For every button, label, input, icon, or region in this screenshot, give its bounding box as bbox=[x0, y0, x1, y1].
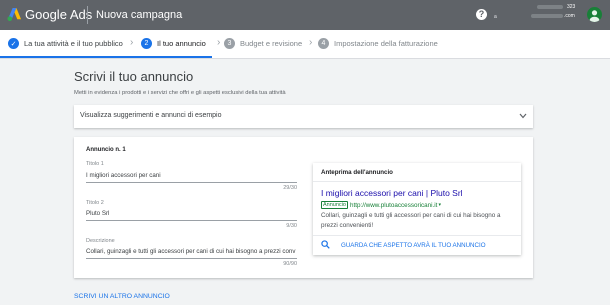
step-business[interactable]: ✓ La tua attività e il tuo pubblico bbox=[8, 38, 123, 49]
step-label: Il tuo annuncio bbox=[157, 39, 206, 48]
step-progress-bar bbox=[0, 56, 212, 58]
help-icon[interactable]: ? bbox=[476, 9, 487, 20]
preview-description: Collari, guinzagli e tutti gli accessori… bbox=[321, 212, 501, 229]
account-number: 323 bbox=[567, 4, 576, 10]
page-title: Scrivi il tuo annuncio bbox=[74, 69, 194, 84]
headline-1-counter: 29/30 bbox=[283, 185, 297, 191]
account-prefix: a bbox=[494, 14, 497, 20]
account-redacted-2 bbox=[531, 14, 563, 18]
account-redacted-1 bbox=[537, 5, 563, 9]
headline-2-underline bbox=[86, 220, 297, 221]
headline-2-input[interactable]: Pluto Srl bbox=[86, 210, 109, 217]
avatar[interactable] bbox=[587, 7, 602, 22]
add-another-ad-link[interactable]: SCRIVI UN ALTRO ANNUNCIO bbox=[74, 293, 170, 300]
chevron-right-icon: › bbox=[309, 37, 313, 48]
campaign-title: Nuova campagna bbox=[96, 9, 183, 21]
page-subtitle: Metti in evidenza i prodotti e i servizi… bbox=[74, 90, 286, 96]
step-label: Budget e revisione bbox=[240, 39, 303, 48]
ad-preview-panel: Anteprima dell'annuncio I migliori acces… bbox=[313, 163, 521, 255]
description-underline bbox=[86, 258, 297, 259]
preview-headline: I migliori accessori per cani | Pluto Sr… bbox=[321, 188, 463, 198]
google-ads-logo[interactable] bbox=[7, 7, 22, 22]
step-label: La tua attività e il tuo pubblico bbox=[24, 39, 123, 48]
description-counter: 90/90 bbox=[283, 261, 297, 267]
user-icon bbox=[589, 10, 600, 22]
headline-2-counter: 9/30 bbox=[286, 223, 297, 229]
headline-1-input[interactable]: I migliori accessori per cani bbox=[86, 172, 161, 179]
suggestions-expander[interactable]: Visualizza suggerimenti e annunci di ese… bbox=[74, 105, 533, 128]
ad-heading: Annuncio n. 1 bbox=[86, 147, 126, 153]
step-number: 2 bbox=[141, 38, 152, 49]
brand-name: Google Ads bbox=[25, 7, 93, 22]
preview-divider bbox=[313, 181, 521, 182]
view-ad-link[interactable]: GUARDA CHE ASPETTO AVRÀ IL TUO ANNUNCIO bbox=[341, 242, 486, 249]
step-number: 4 bbox=[318, 38, 329, 49]
description-label: Descrizione bbox=[86, 238, 115, 244]
chevron-down-icon bbox=[519, 113, 527, 119]
chevron-right-icon: › bbox=[130, 37, 134, 48]
preview-divider-bottom bbox=[313, 235, 521, 236]
ad-badge: Annuncio bbox=[321, 201, 348, 209]
description-input[interactable]: Collari, guinzagli e tutti gli accessori… bbox=[86, 248, 295, 255]
preview-title: Anteprima dell'annuncio bbox=[321, 169, 393, 176]
dropdown-arrow-icon: ▾ bbox=[438, 202, 441, 208]
progress-stepper: ✓ La tua attività e il tuo pubblico › 2 … bbox=[0, 30, 610, 59]
step-label: Impostazione della fatturazione bbox=[334, 39, 438, 48]
headline-2-label: Titolo 2 bbox=[86, 200, 104, 206]
headline-1-underline bbox=[86, 182, 297, 183]
search-icon bbox=[321, 240, 330, 249]
preview-url-row: Annuncio http://www.plutoaccessoricani.i… bbox=[321, 201, 441, 209]
ad-editor-card: Annuncio n. 1 Titolo 1 I migliori access… bbox=[74, 137, 533, 278]
step-number: 3 bbox=[224, 38, 235, 49]
account-email-suffix: .com bbox=[564, 13, 575, 19]
step-billing[interactable]: 4 Impostazione della fatturazione bbox=[318, 38, 438, 49]
chevron-right-icon: › bbox=[217, 37, 221, 48]
step-budget[interactable]: 3 Budget e revisione bbox=[224, 38, 302, 49]
suggestions-label: Visualizza suggerimenti e annunci di ese… bbox=[80, 112, 222, 119]
check-icon: ✓ bbox=[8, 38, 19, 49]
top-bar: Google Ads Nuova campagna ? a 323 .com bbox=[0, 0, 610, 30]
header-divider bbox=[87, 6, 88, 24]
preview-url: http://www.plutoaccessoricani.it bbox=[349, 201, 438, 209]
step-ad[interactable]: 2 Il tuo annuncio bbox=[141, 38, 206, 49]
headline-1-label: Titolo 1 bbox=[86, 161, 104, 167]
